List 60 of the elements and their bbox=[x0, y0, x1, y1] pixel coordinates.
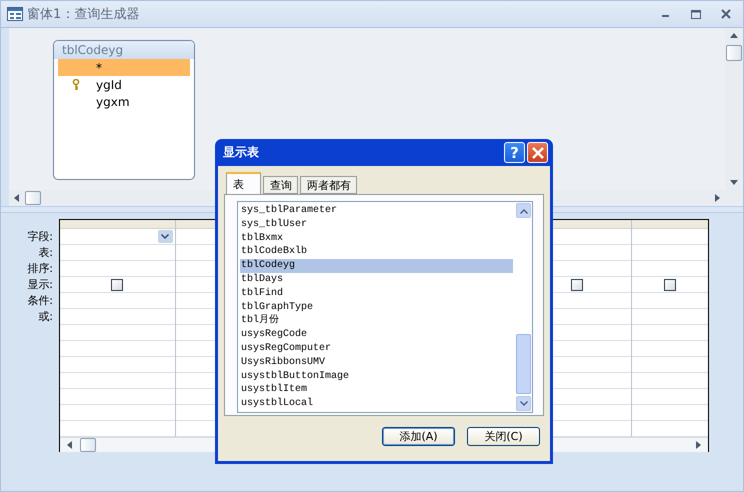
show-checkbox[interactable] bbox=[570, 278, 583, 290]
list-item[interactable]: tblCodeyg bbox=[240, 259, 513, 273]
list-item[interactable]: tblBxmx bbox=[240, 232, 513, 246]
scroll-right-icon[interactable] bbox=[713, 194, 721, 202]
scroll-thumb[interactable] bbox=[80, 438, 96, 452]
tab[interactable]: 查询 bbox=[263, 176, 298, 194]
form-icon bbox=[7, 7, 23, 21]
show-checkbox[interactable] bbox=[664, 278, 676, 290]
dialog-button[interactable]: 添加(A) bbox=[382, 427, 455, 446]
show-checkbox[interactable] bbox=[111, 278, 124, 290]
field-row[interactable]: ygId bbox=[58, 76, 190, 93]
scroll-left-icon[interactable] bbox=[66, 441, 74, 449]
scroll-thumb[interactable] bbox=[516, 334, 531, 394]
row-label: 条件: bbox=[27, 293, 53, 309]
grid-cell[interactable] bbox=[60, 229, 175, 245]
list-item[interactable]: usystblLocal bbox=[240, 397, 513, 411]
scroll-up-icon[interactable] bbox=[730, 32, 738, 40]
close-icon bbox=[532, 146, 544, 158]
list-item[interactable]: tblGraphType bbox=[240, 300, 513, 314]
row-label: 字段: bbox=[27, 229, 53, 245]
row-label: 或: bbox=[38, 309, 53, 325]
tab[interactable]: 表 bbox=[226, 172, 261, 194]
field-row[interactable]: * bbox=[58, 59, 190, 76]
list-item[interactable]: tblFind bbox=[240, 286, 513, 301]
tab[interactable]: 两者都有 bbox=[300, 176, 357, 194]
close-icon[interactable] bbox=[721, 9, 731, 19]
grid-cell[interactable] bbox=[60, 277, 175, 293]
list-item[interactable]: tblCodeBxlb bbox=[240, 245, 513, 260]
list-item[interactable]: usystblItem bbox=[240, 383, 513, 398]
row-label: 排序: bbox=[27, 261, 53, 277]
list-item[interactable]: usystblButtonImage bbox=[240, 370, 513, 384]
table-title: tblCodeyg bbox=[54, 41, 194, 59]
dialog-title: 显示表 bbox=[223, 144, 260, 161]
list-item[interactable]: sys_tblUser bbox=[240, 218, 513, 232]
scroll-left-icon[interactable] bbox=[13, 194, 21, 202]
caret-icon[interactable] bbox=[520, 400, 528, 408]
grid-cell[interactable] bbox=[632, 277, 708, 293]
scroll-down-button[interactable] bbox=[516, 396, 531, 411]
caret-icon[interactable] bbox=[161, 232, 170, 240]
close-button[interactable] bbox=[527, 142, 548, 163]
maximize-icon[interactable] bbox=[691, 10, 701, 18]
list-item[interactable]: UsysRibbonsUMV bbox=[240, 356, 513, 370]
row-label: 显示: bbox=[27, 277, 53, 293]
dropdown-button[interactable] bbox=[158, 230, 173, 243]
scroll-up-button[interactable] bbox=[516, 203, 531, 218]
list-item[interactable]: tblDays bbox=[240, 272, 513, 287]
row-label: 表: bbox=[38, 245, 53, 261]
scroll-thumb[interactable] bbox=[25, 191, 41, 205]
scroll-thumb[interactable] bbox=[726, 45, 742, 61]
list-item[interactable]: sys_tblParameter bbox=[240, 204, 513, 218]
table-box[interactable]: tblCodeyg * ygId ygxm bbox=[53, 40, 195, 180]
list-item[interactable]: usysRegComputer bbox=[240, 342, 513, 356]
list-item[interactable]: usysRegCode bbox=[240, 328, 513, 342]
window-title: 窗体1：查询生成器 bbox=[27, 6, 140, 23]
scroll-right-icon[interactable] bbox=[694, 441, 702, 449]
help-button[interactable]: ? bbox=[504, 142, 525, 163]
list-item[interactable]: tbl月份 bbox=[240, 314, 513, 328]
scroll-down-icon[interactable] bbox=[730, 178, 738, 186]
field-row[interactable]: ygxm bbox=[58, 93, 190, 110]
dialog-button[interactable]: 关闭(C) bbox=[467, 427, 540, 446]
